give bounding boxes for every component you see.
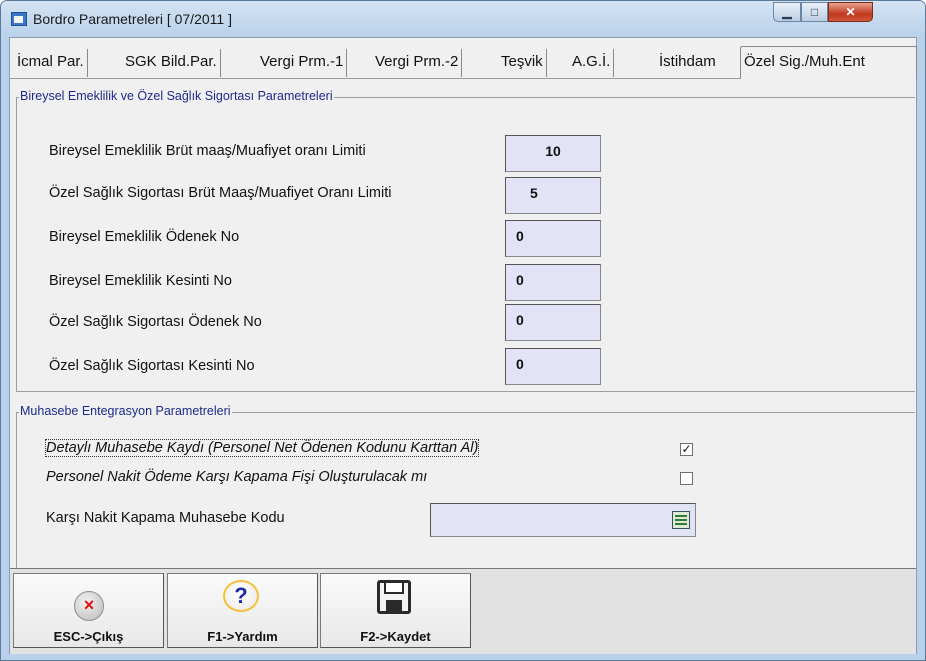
nakit-odeme-label[interactable]: Personel Nakit Ödeme Karşı Kapama Fişi O…: [46, 469, 427, 485]
tab-bar: İcmal Par. SGK Bild.Par. Vergi Prm.-1 Ve…: [10, 46, 917, 79]
tab-vergi-prm-2[interactable]: Vergi Prm.-2: [372, 49, 463, 77]
minimize-button[interactable]: ▁: [773, 2, 801, 22]
bes-oss-parameters-group: Bireysel Emeklilik ve Özel Sağlık Sigort…: [16, 89, 915, 392]
oss-kesinti-no-input[interactable]: 0: [505, 348, 601, 385]
muhasebe-entegrasyon-group: Muhasebe Entegrasyon Parametreleri Detay…: [16, 404, 915, 573]
f1-help-label: F1->Yardım: [207, 629, 278, 644]
bes-odenek-no-input[interactable]: 0: [505, 220, 601, 257]
tab-sgk-bild-par[interactable]: SGK Bild.Par.: [122, 49, 221, 77]
tab-icmal-par[interactable]: İcmal Par.: [14, 49, 88, 77]
detayli-muhasebe-checkbox[interactable]: ✓: [680, 443, 693, 456]
tab-istihdam[interactable]: İstihdam: [656, 49, 719, 77]
detayli-muhasebe-label[interactable]: Detaylı Muhasebe Kaydı (Personel Net Öde…: [44, 439, 480, 457]
karsi-nakit-kod-input[interactable]: [430, 503, 696, 537]
group-legend: Muhasebe Entegrasyon Parametreleri: [19, 404, 232, 418]
tab-ozel-sig-muh-ent[interactable]: Özel Sig./Muh.Ent: [740, 46, 917, 79]
app-window: Bordro Parametreleri [ 07/2011 ] ▁ □ ✕ İ…: [0, 0, 926, 661]
group-legend: Bireysel Emeklilik ve Özel Sağlık Sigort…: [19, 89, 334, 103]
karsi-nakit-kod-label: Karşı Nakit Kapama Muhasebe Kodu: [46, 510, 285, 526]
close-button[interactable]: ✕: [828, 2, 873, 22]
help-icon: ?: [223, 580, 259, 612]
bottom-toolbar: × ESC->Çıkış ? F1->Yardım F2->Kaydet: [10, 568, 916, 654]
bes-kesinti-no-label: Bireysel Emeklilik Kesinti No: [49, 273, 232, 289]
floppy-disk-icon: [377, 580, 411, 614]
client-area: İcmal Par. SGK Bild.Par. Vergi Prm.-1 Ve…: [9, 37, 917, 654]
oss-kesinti-no-label: Özel Sağlık Sigortası Kesinti No: [49, 358, 255, 374]
bes-limit-label: Bireysel Emeklilik Brüt maaş/Muafiyet or…: [49, 143, 366, 159]
oss-odenek-no-label: Özel Sağlık Sigortası Ödenek No: [49, 314, 262, 330]
oss-limit-input[interactable]: 5: [505, 177, 601, 214]
account-lookup-icon[interactable]: [672, 511, 690, 529]
bes-limit-input[interactable]: 10: [505, 135, 601, 172]
f2-save-label: F2->Kaydet: [360, 629, 431, 644]
oss-limit-label: Özel Sağlık Sigortası Brüt Maaş/Muafiyet…: [49, 185, 392, 201]
title-bar[interactable]: Bordro Parametreleri [ 07/2011 ] ▁ □ ✕: [1, 1, 925, 37]
f1-help-button[interactable]: ? F1->Yardım: [167, 573, 318, 648]
bes-kesinti-no-input[interactable]: 0: [505, 264, 601, 301]
esc-exit-button[interactable]: × ESC->Çıkış: [13, 573, 164, 648]
f2-save-button[interactable]: F2->Kaydet: [320, 573, 471, 648]
tab-panel: Bireysel Emeklilik ve Özel Sağlık Sigort…: [10, 79, 916, 573]
esc-exit-label: ESC->Çıkış: [53, 629, 124, 644]
window-title: Bordro Parametreleri [ 07/2011 ]: [33, 11, 232, 27]
maximize-button[interactable]: □: [801, 2, 828, 22]
close-icon: ×: [74, 591, 104, 621]
tab-agi[interactable]: A.G.İ.: [569, 49, 615, 77]
tab-tesvik[interactable]: Teşvik: [498, 49, 547, 77]
tab-vergi-prm-1[interactable]: Vergi Prm.-1: [257, 49, 348, 77]
app-icon: [11, 12, 27, 26]
bes-odenek-no-label: Bireysel Emeklilik Ödenek No: [49, 229, 240, 245]
oss-odenek-no-input[interactable]: 0: [505, 304, 601, 341]
nakit-odeme-checkbox[interactable]: [680, 472, 693, 485]
